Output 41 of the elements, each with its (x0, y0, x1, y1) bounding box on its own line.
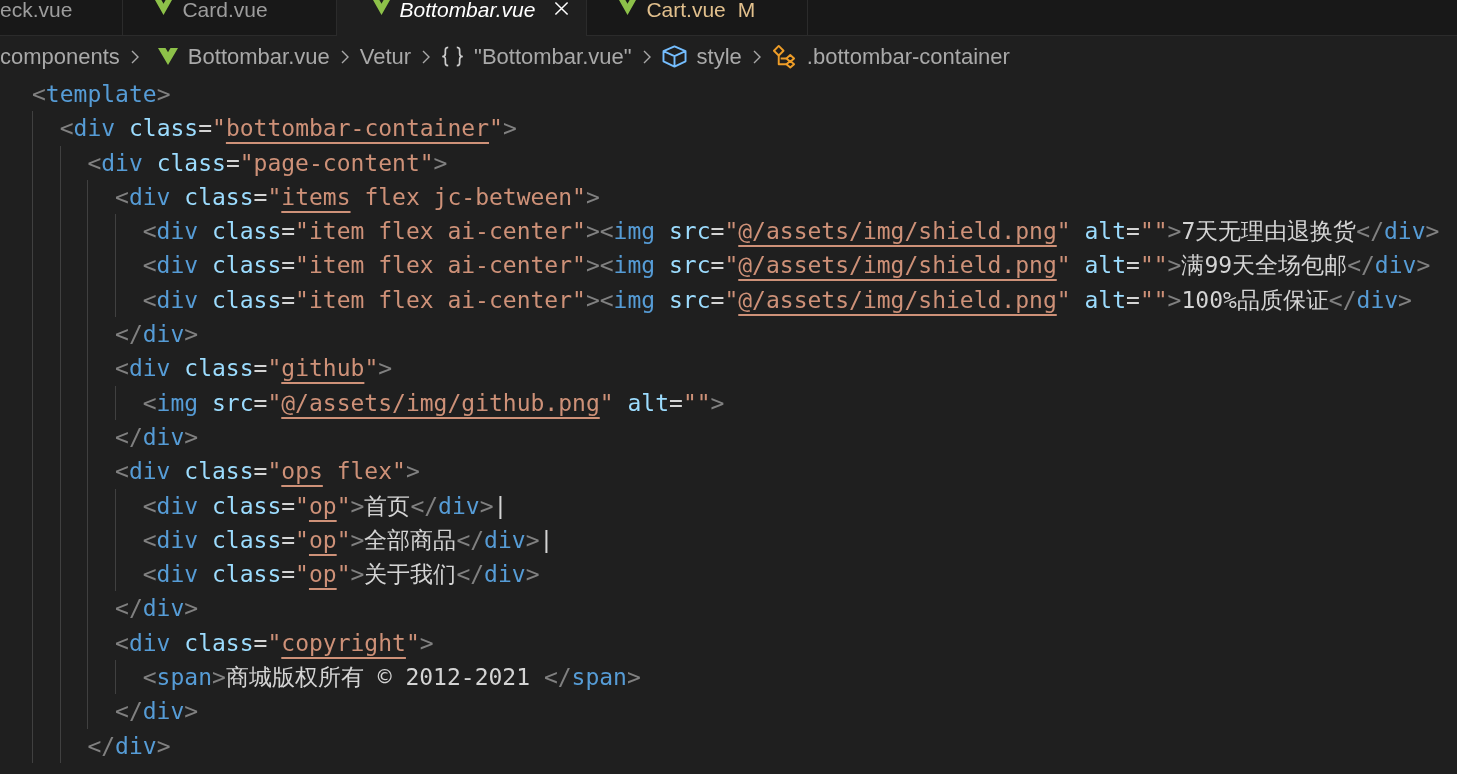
code-line: <div class="github"> (115, 354, 393, 384)
code-line: <div class="op">全部商品</div>| (142, 525, 554, 555)
close-icon[interactable] (554, 1, 570, 16)
code-line: <div class="item flex ai-center"><img src="@/assets/img/shield.png" alt="">7天无理由退换货</div> (142, 217, 1440, 247)
code-line: </div> (115, 320, 199, 350)
code-line: <div class="bottombar-container"> (59, 114, 517, 144)
chevron-right-icon (642, 49, 651, 64)
code-line: </div> (87, 731, 171, 761)
code-line: </div> (115, 594, 199, 624)
code-line: <div class="op">首页</div>| (142, 491, 508, 521)
code-line: <span>商城版权所有 © 2012-2021 </span> (142, 663, 641, 693)
breadcrumb-item[interactable]: style (661, 43, 742, 70)
code-line: <div class="copyright"> (115, 628, 434, 658)
code-line: <div class="page-content"> (87, 148, 448, 178)
code-line: <div class="ops flex"> (115, 457, 420, 487)
editor-tab[interactable]: Bottombar.vue (336, 0, 588, 36)
code-line: <div class="items flex jc-between"> (115, 182, 600, 212)
code-line: <div class="item flex ai-center"><img src="@/assets/img/shield.png" alt="">100%品质保证</div> (142, 285, 1412, 315)
chevron-right-icon (130, 49, 139, 64)
code-line: </div> (115, 422, 199, 452)
vue-file-icon (155, 0, 173, 15)
vue-file-icon (372, 0, 390, 15)
breadcrumb-item[interactable]: .bottombar-container (771, 43, 1010, 70)
breadcrumb-item[interactable]: "Bottombar.vue" (441, 43, 632, 70)
vue-file-icon (157, 48, 178, 65)
chevron-right-icon (422, 49, 431, 64)
chevron-right-icon (340, 49, 349, 64)
tree-structure-icon (771, 44, 797, 69)
code-line: <img src="@/assets/img/github.png" alt=""> (142, 388, 725, 418)
breadcrumb-item[interactable]: Bottombar.vue (149, 43, 330, 70)
code-line: <div class="op">关于我们</div> (142, 560, 540, 590)
code-line: <div class="item flex ai-center"><img src="@/assets/img/shield.png" alt="">满99天全场包邮</div> (142, 251, 1431, 281)
code-line: <template> (32, 80, 171, 109)
breadcrumb-item[interactable]: Vetur (359, 43, 412, 70)
breadcrumb-item[interactable]: components (0, 43, 120, 70)
cube-icon (661, 45, 687, 68)
code-line: </div> (115, 697, 199, 727)
braces-icon (441, 46, 465, 67)
chevron-right-icon (752, 49, 761, 64)
editor-tab[interactable]: eck.vue (0, 0, 124, 35)
vue-file-icon (619, 0, 637, 15)
